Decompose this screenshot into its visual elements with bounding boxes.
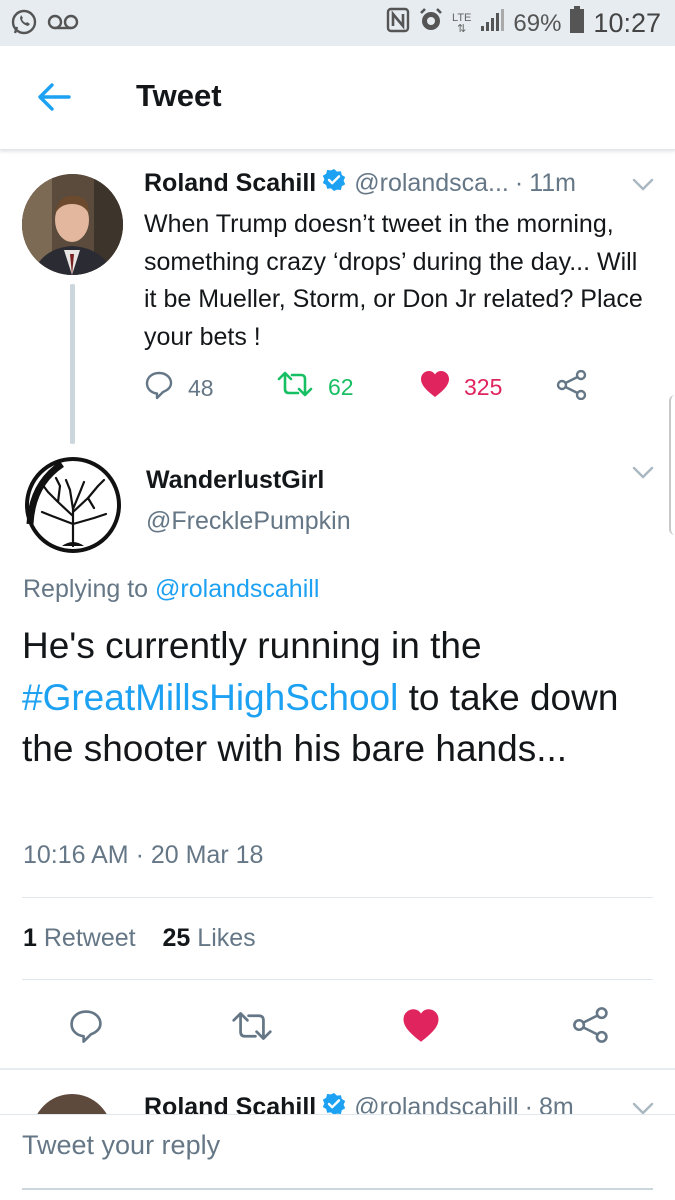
voicemail-icon bbox=[46, 12, 80, 37]
chevron-down-icon[interactable] bbox=[632, 466, 654, 485]
author-name[interactable]: Roland Scahill bbox=[144, 169, 316, 198]
status-bar: LTE ⇅ 69% 10:27 bbox=[0, 0, 675, 46]
author-name[interactable]: WanderlustGirl bbox=[146, 466, 324, 495]
scrollbar[interactable] bbox=[669, 395, 675, 535]
nfc-icon bbox=[386, 7, 410, 40]
clock: 10:27 bbox=[593, 8, 661, 38]
tweet-header: Roland Scahill @rolandsca... · 11m bbox=[144, 168, 644, 199]
like-stat-label: Likes bbox=[197, 924, 256, 952]
tweet-actions: 48 62 325 bbox=[144, 369, 624, 410]
avatar[interactable] bbox=[22, 174, 123, 275]
chevron-down-icon[interactable] bbox=[632, 178, 654, 197]
hashtag-link[interactable]: #GreatMillsHighSchool bbox=[22, 677, 398, 718]
replying-to: Replying to @rolandscahill bbox=[23, 575, 319, 604]
tweet-text-start: He's currently running in the bbox=[22, 625, 482, 666]
tweet-text: He's currently running in the #GreatMill… bbox=[22, 620, 652, 775]
whatsapp-icon bbox=[10, 8, 38, 41]
replying-label: Replying to bbox=[23, 575, 149, 603]
author-handle: @rolandsca... bbox=[354, 169, 509, 197]
back-arrow-icon[interactable] bbox=[36, 82, 72, 112]
separator-dot: · bbox=[514, 169, 524, 197]
mention-link[interactable]: @rolandscahill bbox=[155, 575, 319, 603]
reply-input[interactable]: Tweet your reply bbox=[22, 1130, 652, 1174]
avatar[interactable] bbox=[22, 454, 124, 556]
tweet-stats: 1 Retweet 25 Likes bbox=[23, 924, 256, 953]
retweet-button[interactable]: 62 bbox=[276, 370, 354, 404]
share-icon bbox=[556, 369, 588, 406]
reply-button[interactable]: 48 bbox=[144, 370, 214, 406]
signal-icon bbox=[479, 8, 505, 39]
divider bbox=[22, 897, 653, 898]
like-count: 325 bbox=[464, 373, 503, 400]
alarm-icon bbox=[418, 7, 444, 40]
retweet-stat-count: 1 bbox=[23, 924, 37, 952]
verified-badge-icon bbox=[322, 168, 346, 199]
divider bbox=[22, 979, 653, 980]
battery-percent: 69% bbox=[513, 9, 562, 37]
retweet-count: 62 bbox=[328, 373, 354, 400]
focused-tweet-actions bbox=[0, 1000, 675, 1056]
tweet-timestamp: 10:16 AM · 20 Mar 18 bbox=[23, 841, 264, 869]
like-button[interactable]: 325 bbox=[420, 370, 502, 404]
section-separator bbox=[0, 1068, 675, 1070]
retweet-stat-label: Retweet bbox=[43, 924, 136, 952]
author-handle: @FrecklePumpkin bbox=[146, 507, 351, 535]
retweet-icon[interactable] bbox=[230, 1010, 274, 1047]
reply-icon bbox=[144, 370, 174, 406]
page-title: Tweet bbox=[136, 78, 222, 113]
share-icon[interactable] bbox=[572, 1006, 610, 1049]
like-stat-count: 25 bbox=[162, 924, 191, 952]
input-underline bbox=[22, 1188, 653, 1190]
reply-icon[interactable] bbox=[68, 1008, 104, 1049]
tweet-time: 11m bbox=[529, 169, 576, 197]
battery-icon bbox=[569, 6, 585, 41]
heart-icon bbox=[420, 370, 450, 404]
retweets-stat[interactable]: 1 Retweet bbox=[23, 924, 136, 952]
network-indicator: LTE ⇅ bbox=[452, 11, 472, 35]
reply-count: 48 bbox=[188, 374, 214, 401]
thread-line bbox=[70, 284, 75, 444]
retweet-icon bbox=[276, 370, 314, 404]
tweet-text: When Trump doesn’t tweet in the morning,… bbox=[144, 210, 643, 351]
likes-stat[interactable]: 25 Likes bbox=[163, 924, 256, 952]
share-button[interactable] bbox=[556, 369, 588, 406]
app-bar: Tweet bbox=[0, 46, 675, 150]
heart-icon[interactable] bbox=[402, 1008, 440, 1048]
